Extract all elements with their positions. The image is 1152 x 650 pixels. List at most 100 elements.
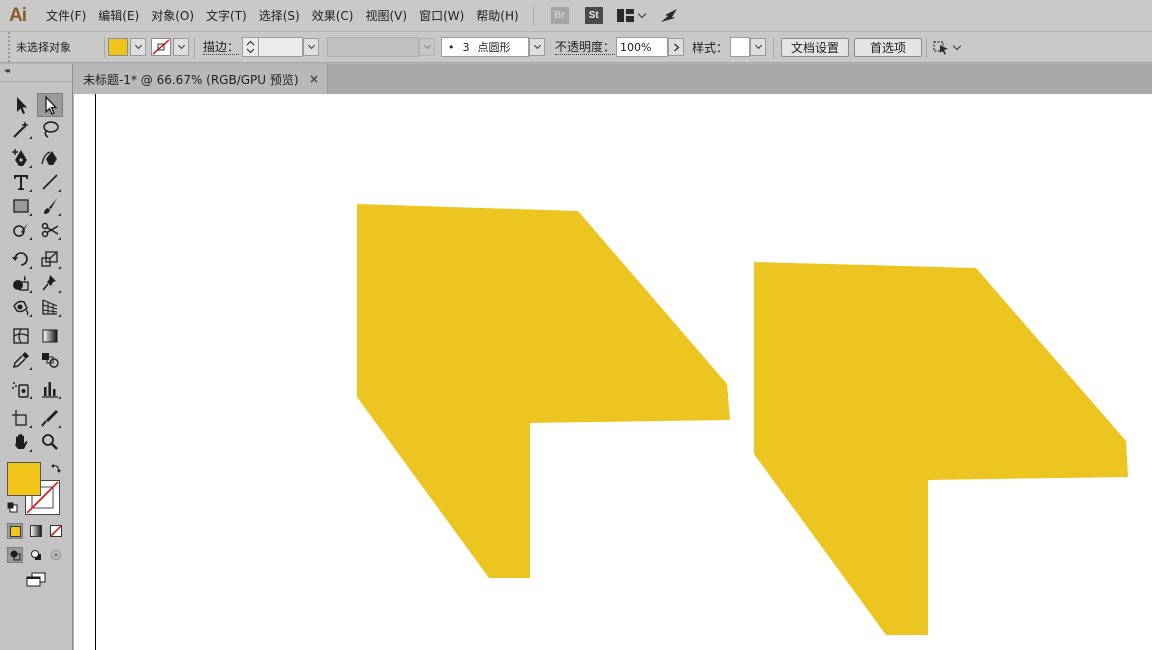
curvature-tool[interactable] xyxy=(37,146,63,170)
gradient-mode-button[interactable] xyxy=(28,523,44,539)
scale-icon xyxy=(41,251,58,267)
menu-effect[interactable]: 效果(C) xyxy=(306,7,360,24)
brush-definition-field[interactable]: • 3 点圆形 xyxy=(441,37,529,57)
selection-tool[interactable] xyxy=(8,93,34,117)
live-paint-tool[interactable] xyxy=(8,295,34,319)
shape-builder-tool[interactable] xyxy=(8,271,34,295)
line-icon xyxy=(42,174,58,190)
workspace-switcher[interactable] xyxy=(616,8,646,23)
scissors-icon xyxy=(41,222,59,238)
canvas[interactable] xyxy=(74,94,1152,650)
selection-status: 未选择对象 xyxy=(8,32,100,62)
graphic-style-dropdown[interactable] xyxy=(750,38,766,56)
yellow-shape-2[interactable] xyxy=(754,262,1128,635)
control-divider xyxy=(926,37,927,58)
stroke-swatch[interactable] xyxy=(151,38,171,56)
none-mode-button[interactable] xyxy=(48,523,64,539)
tools-panel: ◂◂ xyxy=(0,64,73,650)
stroke-weight-input[interactable] xyxy=(259,37,303,57)
fill-control[interactable] xyxy=(108,32,146,62)
lasso-icon xyxy=(43,121,59,138)
opacity-slider-button[interactable] xyxy=(668,38,684,56)
stock-button[interactable]: St xyxy=(584,7,603,24)
perspective-grid-tool[interactable] xyxy=(37,295,63,319)
direct-selection-tool[interactable] xyxy=(37,93,63,117)
fill-swatch[interactable] xyxy=(108,38,128,56)
bridge-button[interactable]: Br xyxy=(550,7,569,24)
paintbrush-tool[interactable] xyxy=(37,194,63,218)
brush-name: 点圆形 xyxy=(477,41,511,54)
default-colors-icon[interactable] xyxy=(7,502,18,513)
document-setup-button[interactable]: 文档设置 xyxy=(781,37,849,57)
menu-select[interactable]: 选择(S) xyxy=(253,7,306,24)
hollow-arrow-icon xyxy=(45,95,58,115)
scissors-tool[interactable] xyxy=(37,218,63,242)
yellow-shape-1[interactable] xyxy=(357,204,730,578)
menubar-divider xyxy=(532,5,534,26)
arrange-documents-control[interactable] xyxy=(932,32,962,62)
symbol-sprayer-tool[interactable] xyxy=(8,377,34,401)
stroke-weight-dropdown[interactable] xyxy=(303,38,319,56)
stroke-weight-stepper[interactable] xyxy=(242,37,259,57)
rectangle-tool[interactable] xyxy=(8,194,34,218)
lasso-tool[interactable] xyxy=(37,117,63,141)
slice-tool[interactable] xyxy=(37,406,63,430)
close-tab-icon[interactable]: × xyxy=(309,72,319,86)
fill-dropdown[interactable] xyxy=(130,38,146,56)
panel-collapse-icon[interactable]: ◂◂ xyxy=(4,66,10,75)
stroke-control[interactable] xyxy=(151,32,189,62)
type-tool[interactable] xyxy=(8,170,34,194)
blend-tool[interactable] xyxy=(37,348,63,372)
document-tab-bar: 未标题-1* @ 66.67% (RGB/GPU 预览) × xyxy=(73,64,1152,94)
artwork-layer xyxy=(357,204,1128,635)
puppet-warp-tool[interactable] xyxy=(37,271,63,295)
column-graph-tool[interactable] xyxy=(37,377,63,401)
screen-mode-icon xyxy=(26,572,46,587)
pin-icon xyxy=(42,275,56,291)
magic-wand-tool[interactable] xyxy=(8,117,34,141)
menu-window[interactable]: 窗口(W) xyxy=(413,7,470,24)
zoom-tool[interactable] xyxy=(37,430,63,454)
draw-inside-icon xyxy=(51,550,61,560)
gpu-performance-icon[interactable] xyxy=(659,7,681,25)
graphic-style-swatch[interactable] xyxy=(730,37,750,57)
draw-inside-button[interactable] xyxy=(48,547,64,563)
menu-object[interactable]: 对象(O) xyxy=(145,7,200,24)
line-segment-tool[interactable] xyxy=(37,170,63,194)
rotate-tool[interactable] xyxy=(8,247,34,271)
shaper-tool[interactable] xyxy=(8,218,34,242)
brush-dot-glyph: • xyxy=(448,40,455,54)
opacity-input[interactable]: 100% xyxy=(616,37,668,57)
color-mode-button[interactable] xyxy=(7,523,23,539)
preferences-button[interactable]: 首选项 xyxy=(854,37,922,57)
pen-tool[interactable] xyxy=(8,146,34,170)
symbol-sprayer-icon xyxy=(12,382,29,398)
stroke-dropdown[interactable] xyxy=(173,38,189,56)
menu-type[interactable]: 文字(T) xyxy=(200,7,253,24)
menu-edit[interactable]: 编辑(E) xyxy=(92,7,145,24)
menu-help[interactable]: 帮助(H) xyxy=(470,7,524,24)
tools-panel-header[interactable] xyxy=(0,76,72,82)
menu-view[interactable]: 视图(V) xyxy=(359,7,413,24)
brush-dropdown[interactable] xyxy=(529,38,545,56)
control-divider xyxy=(773,37,774,58)
scale-tool[interactable] xyxy=(37,247,63,271)
gradient-tool[interactable] xyxy=(37,324,63,348)
hand-icon xyxy=(15,434,28,449)
swap-arrow-icon[interactable] xyxy=(50,462,62,474)
perspective-grid-icon xyxy=(42,299,58,315)
draw-behind-button[interactable] xyxy=(28,547,44,563)
gradient-icon xyxy=(42,329,58,343)
eyedropper-tool[interactable] xyxy=(8,348,34,372)
menu-file[interactable]: 文件(F) xyxy=(40,7,92,24)
draw-normal-button[interactable] xyxy=(7,547,23,563)
live-paint-bucket-icon xyxy=(13,300,29,316)
document-tab[interactable]: 未标题-1* @ 66.67% (RGB/GPU 预览) × xyxy=(73,64,328,94)
screen-mode-button[interactable] xyxy=(24,571,48,589)
mesh-tool[interactable] xyxy=(8,324,34,348)
hand-tool[interactable] xyxy=(8,430,34,454)
fill-color-front[interactable] xyxy=(7,462,41,496)
artboard-tool[interactable] xyxy=(8,406,34,430)
brush-size: 3 xyxy=(462,40,470,54)
no-stroke-icon xyxy=(152,39,170,55)
